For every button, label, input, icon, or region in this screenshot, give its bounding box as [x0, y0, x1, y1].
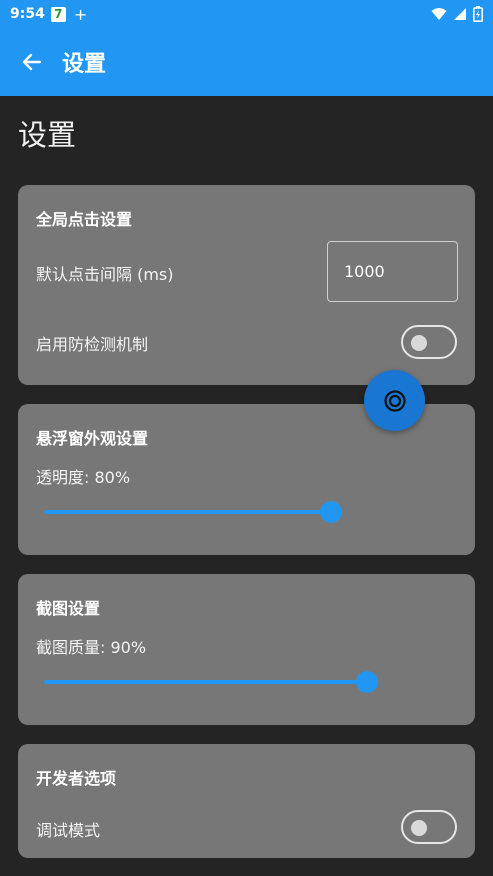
- floating-target-button[interactable]: [364, 370, 425, 431]
- click-interval-input[interactable]: [327, 241, 458, 302]
- anti-detect-label: 启用防检测机制: [36, 335, 149, 354]
- debug-mode-switch[interactable]: [401, 810, 457, 844]
- slider-thumb[interactable]: [320, 501, 343, 523]
- slider-track: [44, 510, 332, 514]
- section-title: 开发者选项: [36, 769, 117, 788]
- anti-detect-switch[interactable]: [401, 325, 457, 359]
- click-interval-label: 默认点击间隔 (ms): [36, 265, 174, 284]
- signal-icon: [454, 8, 466, 20]
- section-title: 全局点击设置: [36, 210, 133, 229]
- section-title: 悬浮窗外观设置: [36, 429, 149, 448]
- arrow-back-icon: [22, 53, 42, 71]
- debug-mode-label: 调试模式: [36, 821, 101, 840]
- battery-icon: [473, 6, 483, 22]
- quality-slider[interactable]: [44, 670, 403, 694]
- switch-thumb: [411, 820, 427, 836]
- quality-label: 截图质量: 90%: [36, 638, 147, 657]
- status-icons: [431, 6, 483, 22]
- page-heading: 设置: [18, 118, 77, 152]
- card-developer-options: 开发者选项 调试模式: [18, 744, 475, 858]
- slider-thumb[interactable]: [356, 671, 379, 693]
- app-bar: 设置: [0, 28, 493, 96]
- card-screenshot-settings: 截图设置 截图质量: 90%: [18, 574, 475, 725]
- status-time: 9:54: [10, 6, 45, 22]
- status-bar: 9:54 7 +: [0, 0, 493, 28]
- wifi-icon: [431, 8, 447, 20]
- target-icon: [383, 389, 406, 412]
- card-global-click-settings: 全局点击设置 默认点击间隔 (ms) 启用防检测机制: [18, 185, 475, 385]
- back-button[interactable]: [12, 42, 52, 82]
- opacity-label: 透明度: 80%: [36, 468, 131, 487]
- slider-track: [44, 680, 368, 684]
- status-plus: +: [73, 4, 88, 24]
- section-title: 截图设置: [36, 599, 101, 618]
- opacity-slider[interactable]: [44, 500, 403, 524]
- switch-thumb: [411, 335, 427, 351]
- notification-badge: 7: [50, 6, 66, 22]
- app-title: 设置: [62, 52, 107, 77]
